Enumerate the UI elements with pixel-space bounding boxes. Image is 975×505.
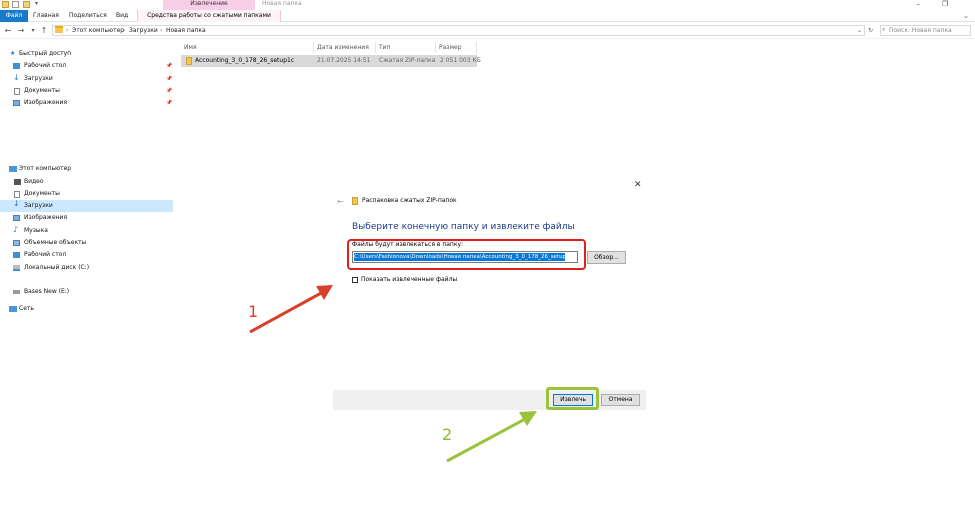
annotation-arrows xyxy=(249,285,537,463)
arrow-1-shaft xyxy=(249,290,324,334)
arrow-1-head xyxy=(316,285,333,300)
arrow-2-head xyxy=(519,411,537,426)
step-number-2: 2 xyxy=(442,425,453,444)
arrow-2-shaft xyxy=(446,416,528,463)
step-number-1: 1 xyxy=(248,302,259,321)
explorer-window: ▾ Извлечение Новая папка – ❐ Файл Главна… xyxy=(0,0,975,505)
